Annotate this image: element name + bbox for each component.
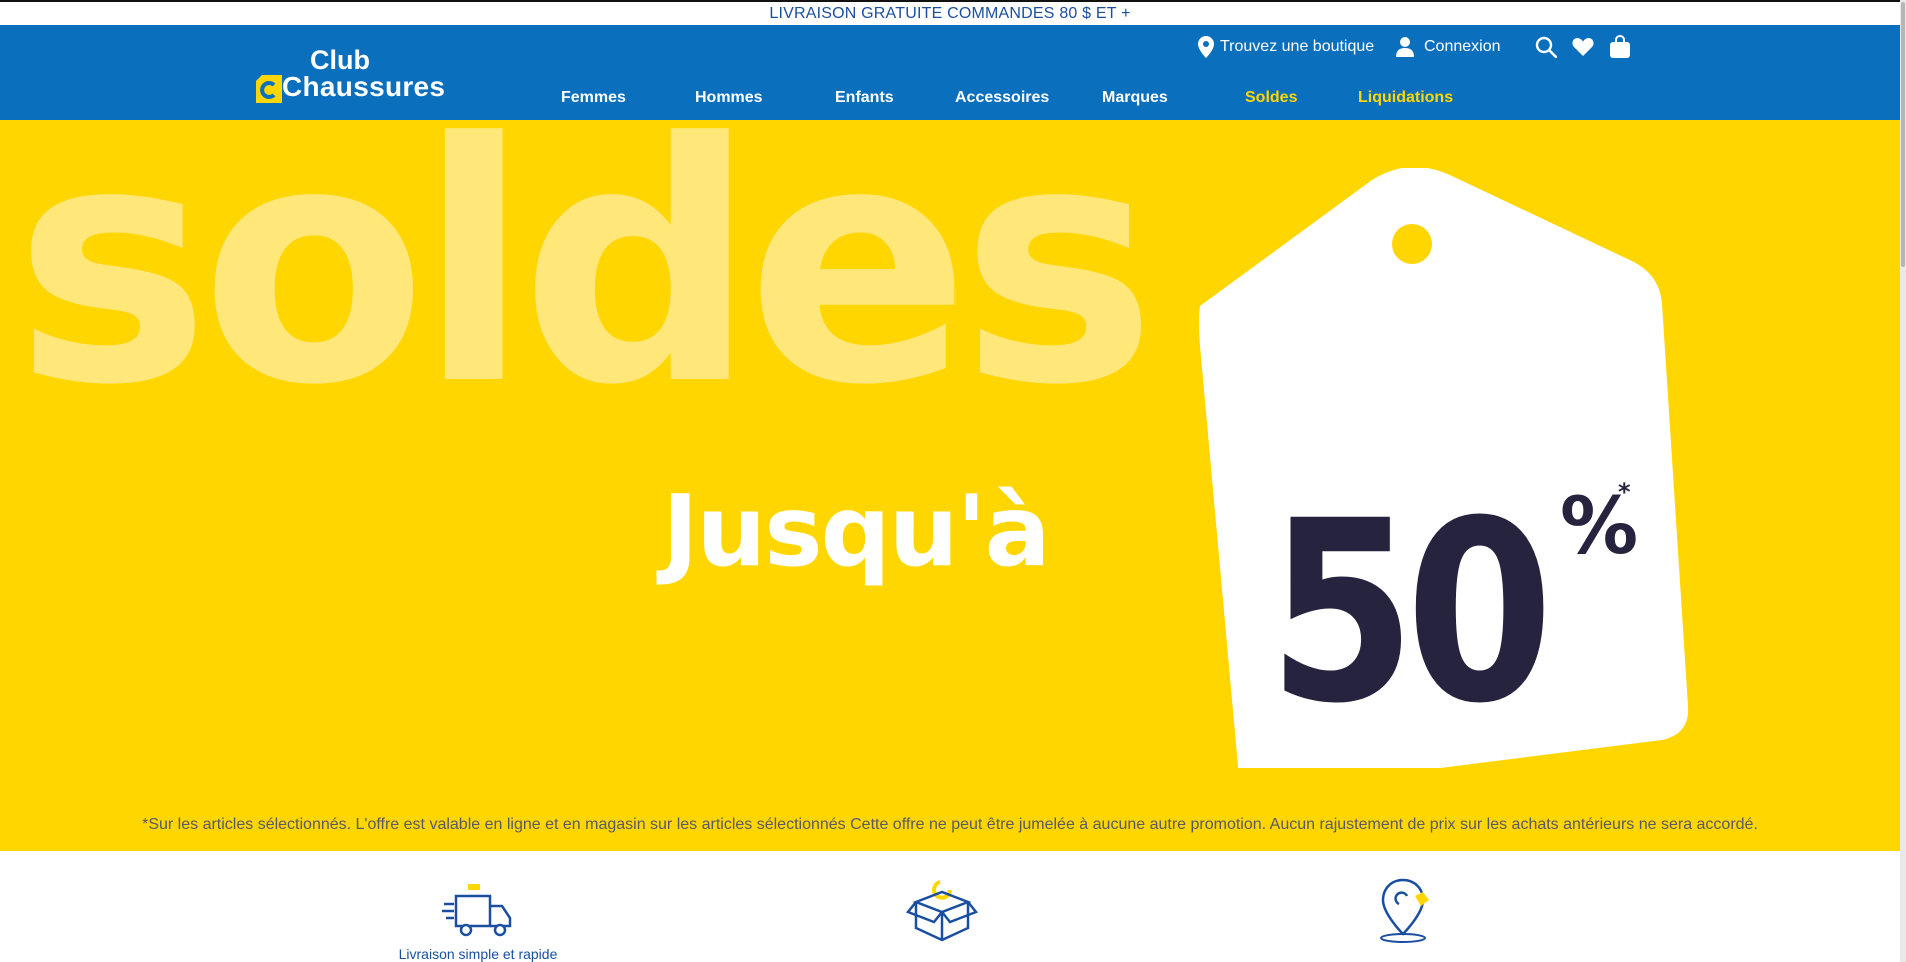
asterisk-note: * <box>1618 478 1631 506</box>
brand-logo[interactable]: Club Chaussures <box>254 43 445 103</box>
discount-value: 50 <box>1268 467 1554 758</box>
feature-returns[interactable] <box>842 878 1042 946</box>
site-header: Club Chaussures Trouvez une boutique Con… <box>0 25 1900 120</box>
nav-liquidations[interactable]: Liquidations <box>1358 89 1453 107</box>
search-button[interactable] <box>1532 33 1560 61</box>
location-pin-icon <box>1198 36 1214 58</box>
feature-store-locator[interactable] <box>1303 878 1503 946</box>
feature-delivery-label: Livraison simple et rapide <box>398 946 558 962</box>
delivery-truck-icon <box>442 884 512 937</box>
cart-button[interactable] <box>1606 33 1634 61</box>
logo-text-chaussures: Chaussures <box>282 71 446 102</box>
nav-enfants[interactable]: Enfants <box>835 89 894 107</box>
store-finder-label: Trouvez une boutique <box>1220 38 1375 55</box>
feature-delivery[interactable]: Livraison simple et rapide <box>378 878 578 962</box>
page-scrollbar-thumb[interactable] <box>1901 2 1905 267</box>
nav-accessoires[interactable]: Accessoires <box>955 89 1049 107</box>
sale-hero-banner[interactable]: soldes Jusqu'à 50 % * <box>0 120 1900 851</box>
login-label: Connexion <box>1424 38 1501 55</box>
nav-femmes[interactable]: Femmes <box>561 89 626 107</box>
store-finder-link[interactable]: Trouvez une boutique <box>1198 33 1374 61</box>
user-icon <box>1396 37 1414 57</box>
nav-hommes[interactable]: Hommes <box>695 89 763 107</box>
heart-icon <box>1572 38 1594 56</box>
announcement-bar[interactable]: LIVRAISON GRATUITE COMMANDES 80 $ ET + <box>0 2 1900 25</box>
hero-soldes-word: soldes <box>14 120 1157 457</box>
nav-marques[interactable]: Marques <box>1102 89 1168 107</box>
search-icon <box>1535 36 1557 58</box>
login-link[interactable]: Connexion <box>1396 33 1501 61</box>
logo-bag-icon <box>256 75 282 103</box>
shopping-bag-icon <box>1610 35 1630 58</box>
return-box-icon <box>905 880 979 942</box>
store-location-icon <box>1380 878 1429 943</box>
hero-upto-text: Jusqu'à <box>662 475 1051 589</box>
offer-disclaimer: *Sur les articles sélectionnés. L'offre … <box>142 816 1758 833</box>
wishlist-button[interactable] <box>1569 33 1597 61</box>
nav-soldes[interactable]: Soldes <box>1245 89 1297 107</box>
